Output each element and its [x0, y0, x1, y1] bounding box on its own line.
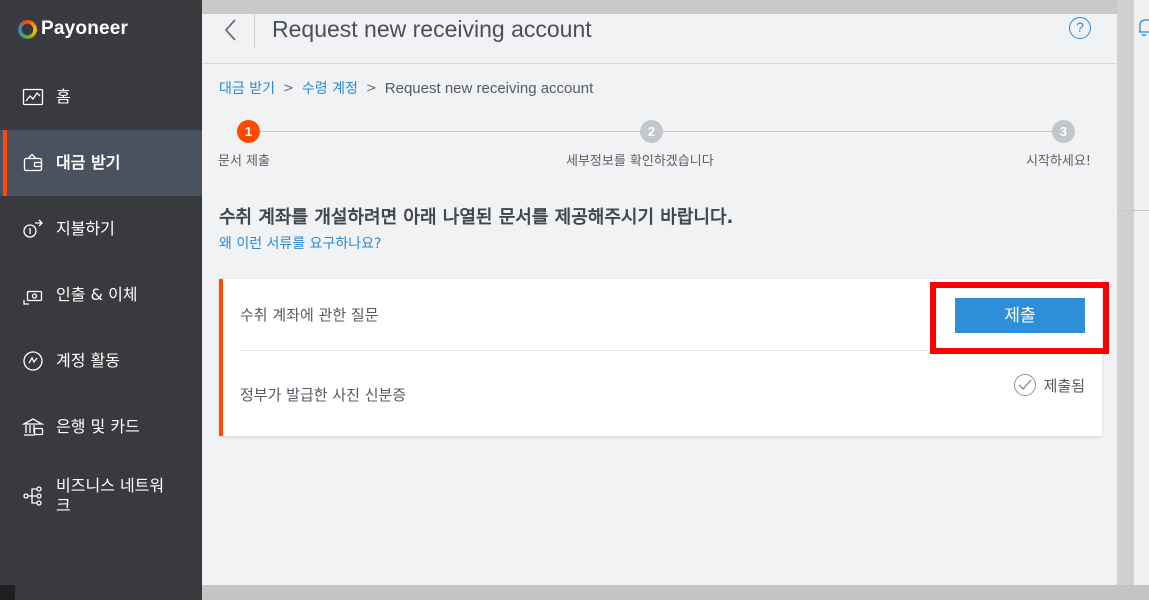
transfer-icon [22, 284, 44, 306]
sidebar-item-activity[interactable]: 계정 활동 [0, 328, 202, 394]
checkmark-circle-icon [1013, 374, 1036, 396]
progress-stepper: 1 2 3 문서 제출 세부정보를 확인하겠습니다 시작하세요! [202, 118, 1117, 173]
breadcrumb-current: Request new receiving account [384, 79, 594, 97]
sidebar-item-label: 은행 및 카드 [56, 417, 140, 436]
far-right-panel [1134, 0, 1149, 600]
step-3-label: 시작하세요! [1026, 154, 1092, 169]
sidebar-item-pay[interactable]: 지불하기 [0, 196, 202, 262]
breadcrumb-separator: > [282, 80, 294, 96]
step-2-label: 세부정보를 확인하겠습니다 [566, 154, 714, 169]
payment-icon [22, 218, 44, 240]
step-3-indicator: 3 [1052, 120, 1075, 143]
sidebar-item-label: 계정 활동 [56, 351, 120, 370]
chevron-left-icon [224, 19, 236, 41]
logo-ring-icon [18, 19, 37, 39]
chart-icon [22, 86, 44, 108]
sidebar-item-label: 비즈니스 네트워크 [56, 476, 165, 515]
payoneer-logo[interactable]: Payoneer [18, 18, 128, 40]
sidebar-item-label: 인출 & 이체 [56, 285, 138, 304]
far-right-divider [1117, 210, 1149, 211]
top-overlay-strip [202, 0, 1117, 14]
sidebar: Payoneer 홈 대금 받기 지불하기 인출 & 이체 계정 활동 은행 및… [0, 0, 202, 600]
breadcrumb-accounts-link[interactable]: 수령 계정 [302, 78, 358, 98]
sidebar-item-label: 지불하기 [56, 219, 115, 238]
right-overlay-strip [1117, 0, 1134, 585]
sidebar-nav: 홈 대금 받기 지불하기 인출 & 이체 계정 활동 은행 및 카드 비즈니스 … [0, 64, 202, 532]
network-icon [22, 485, 44, 507]
back-button[interactable] [220, 16, 242, 44]
bank-icon [21, 416, 45, 438]
bottom-overlay-strip [202, 585, 1149, 600]
breadcrumb-receive-link[interactable]: 대금 받기 [219, 78, 275, 98]
step-connector [663, 131, 1052, 132]
document-name: 정부가 발급한 사진 신분증 [240, 385, 407, 404]
sidebar-item-bank[interactable]: 은행 및 카드 [0, 394, 202, 460]
sidebar-item-home[interactable]: 홈 [0, 64, 202, 130]
bell-icon[interactable] [1138, 18, 1149, 38]
sidebar-item-label: 홈 [56, 87, 71, 106]
sidebar-item-label: 대금 받기 [56, 153, 121, 172]
wallet-icon [22, 152, 44, 174]
help-button[interactable]: ? [1069, 17, 1091, 39]
intro-heading: 수취 계좌를 개설하려면 아래 나열된 문서를 제공해주시기 바랍니다. [219, 207, 734, 228]
activity-icon [22, 350, 44, 372]
step-2-indicator: 2 [640, 120, 663, 143]
document-row: 정부가 발급한 사진 신분증 제출됨 [240, 352, 1085, 436]
sidebar-item-withdraw[interactable]: 인출 & 이체 [0, 262, 202, 328]
page-title: Request new receiving account [272, 16, 592, 42]
document-name: 수취 계좌에 관한 질문 [240, 306, 379, 324]
submitted-label: 제출됨 [1043, 376, 1085, 395]
sidebar-item-network[interactable]: 비즈니스 네트워크 [0, 460, 202, 532]
why-documents-link[interactable]: 왜 이런 서류를 요구하나요? [219, 233, 381, 253]
sidebar-panel: Payoneer 홈 대금 받기 지불하기 인출 & 이체 계정 활동 은행 및… [0, 0, 202, 585]
logo-text: Payoneer [41, 18, 129, 39]
step-1-label: 문서 제출 [218, 154, 270, 169]
step-connector [247, 131, 640, 132]
submitted-status: 제출됨 [1013, 374, 1085, 396]
header-divider [254, 14, 255, 48]
step-1-indicator: 1 [237, 120, 260, 143]
page-header: Request new receiving account ? [202, 14, 1117, 64]
highlight-annotation [930, 282, 1109, 354]
breadcrumb-separator: > [365, 80, 377, 96]
sidebar-item-receive[interactable]: 대금 받기 [0, 130, 202, 196]
breadcrumb: 대금 받기 > 수령 계정 > Request new receiving ac… [219, 78, 593, 98]
